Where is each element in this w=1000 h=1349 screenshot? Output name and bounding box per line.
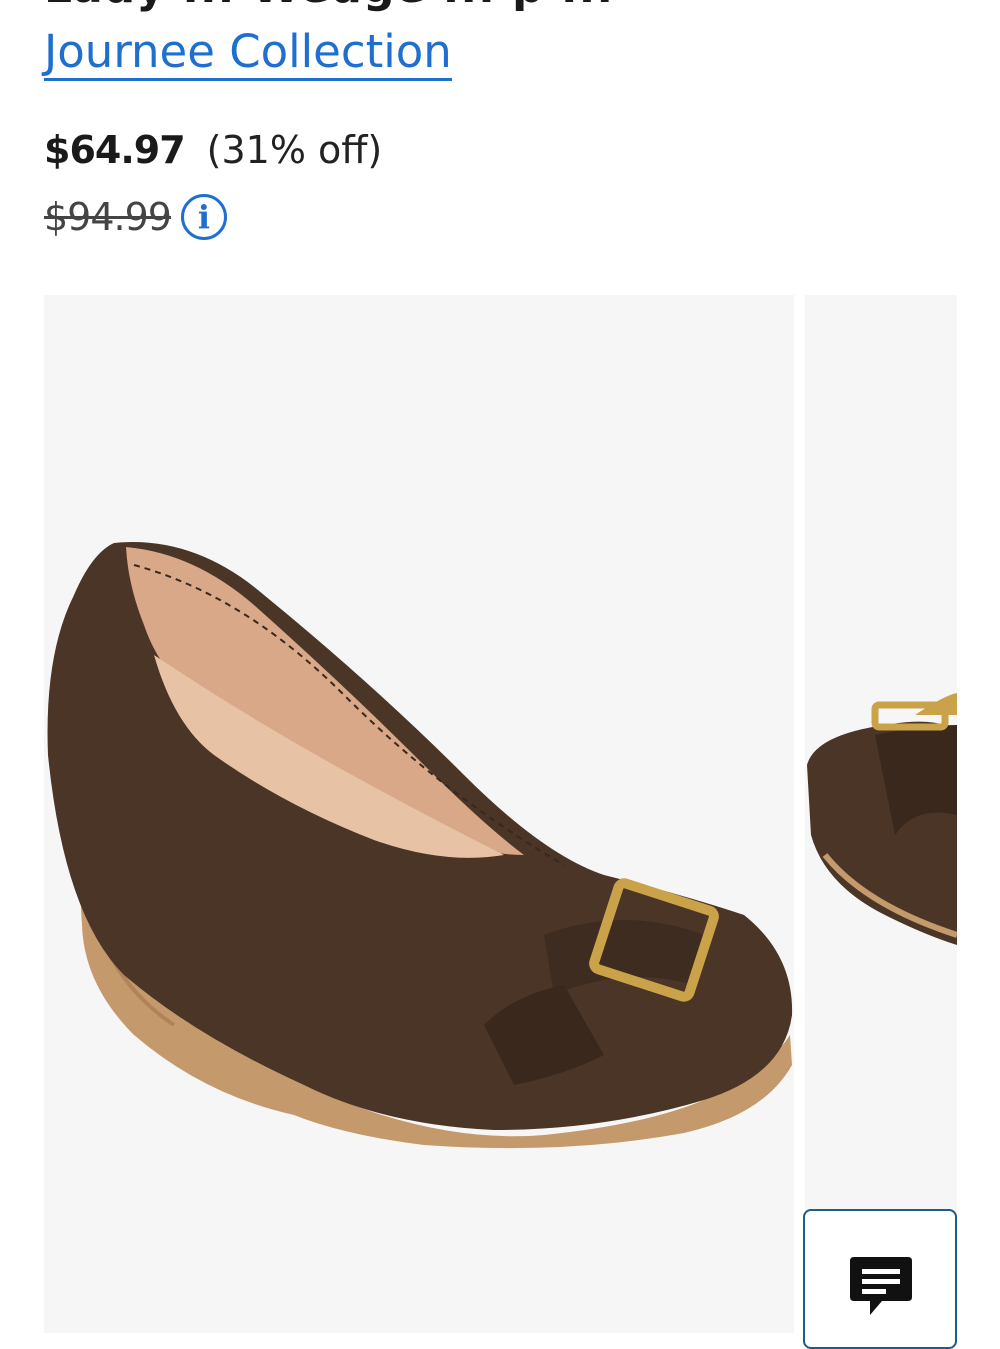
brand-link[interactable]: Journee Collection [44,26,452,81]
product-image-gallery[interactable] [44,295,957,1333]
discount-label: (31% off) [206,128,383,172]
info-icon[interactable]: i [180,194,227,240]
price-row: $64.97 (31% off) [44,128,382,172]
shoe-image [47,542,793,1149]
chat-button[interactable] [803,1209,957,1349]
current-price: $64.97 [44,128,186,172]
product-title: Lady ... Wedge ... p ... [44,0,614,13]
chat-bubble-icon [850,1257,912,1315]
original-price: $94.99 [44,195,172,239]
product-image-main[interactable] [44,295,794,1333]
product-image-next[interactable] [805,295,957,1333]
original-price-row: $94.99 i [44,190,227,244]
shoe-image-partial [807,693,957,945]
